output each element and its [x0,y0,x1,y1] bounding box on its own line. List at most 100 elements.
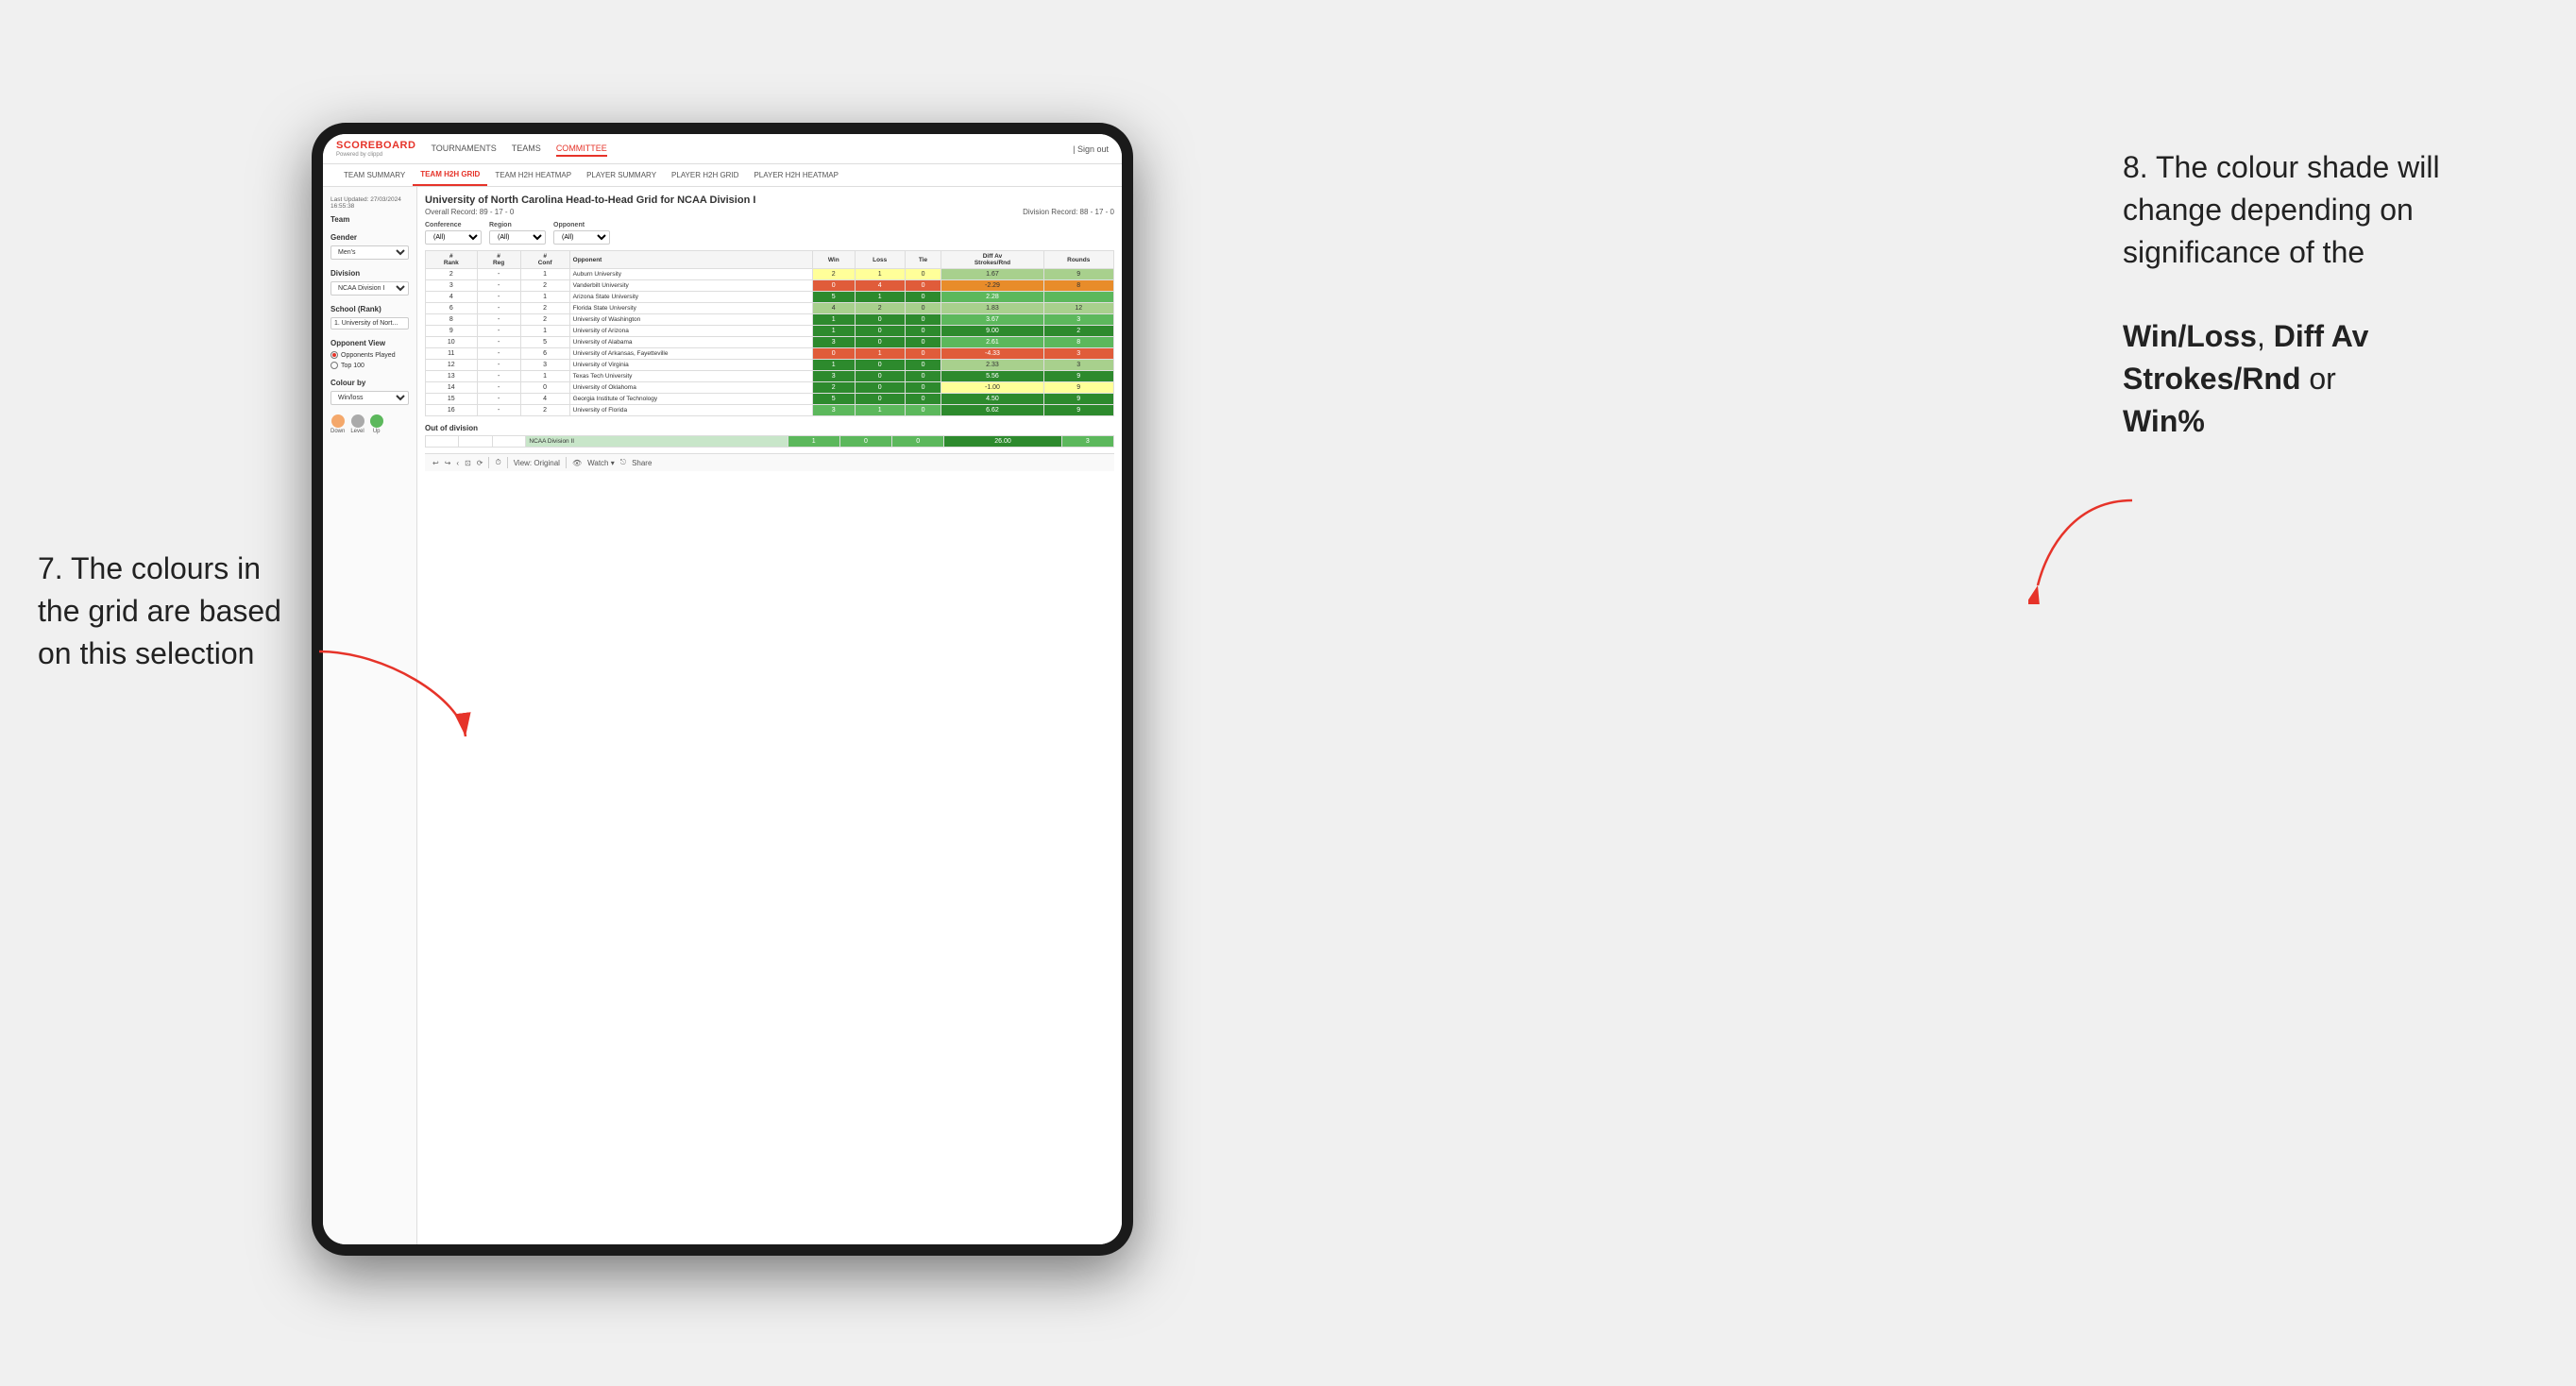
toolbar-back[interactable]: ‹ [456,459,459,467]
toolbar-eye: 👁 [572,459,582,467]
arrow-right-svg [2028,491,2142,604]
top-nav: SCOREBOARD Powered by clippd TOURNAMENTS… [323,134,1122,164]
cell-reg: - [477,360,520,371]
sub-nav-player-summary[interactable]: PLAYER SUMMARY [579,164,664,186]
cell-tie: 0 [905,360,941,371]
cell-tie: 0 [905,337,941,348]
radio-opponents-played[interactable]: Opponents Played [330,351,409,359]
table-row: 16 - 2 University of Florida 3 1 0 6.62 … [426,405,1114,416]
region-filter: Region (All) [489,222,546,245]
cell-rounds: 9 [1043,382,1114,394]
sub-nav-team-h2h-heatmap[interactable]: TEAM H2H HEATMAP [487,164,579,186]
cell-reg: - [477,280,520,292]
region-select[interactable]: (All) [489,230,546,245]
cell-opponent: University of Virginia [569,360,812,371]
sidebar-division-section: Division NCAA Division I [330,269,409,296]
toolbar-undo[interactable]: ↩ [432,459,439,467]
table-row: 15 - 4 Georgia Institute of Technology 5… [426,394,1114,405]
legend-up: Up [370,414,383,434]
cell-rounds: 9 [1043,405,1114,416]
cell-rank: 15 [426,394,478,405]
cell-rounds: 8 [1043,337,1114,348]
logo-sub: Powered by clippd [336,152,415,158]
cell-conf: 3 [520,360,569,371]
cell-conf: 6 [520,348,569,360]
legend-dot-down [331,414,345,428]
ipad-device: SCOREBOARD Powered by clippd TOURNAMENTS… [312,123,1133,1256]
sub-nav-team-summary[interactable]: TEAM SUMMARY [336,164,413,186]
school-input[interactable]: 1. University of Nort... [330,317,409,330]
cell-reg: - [477,348,520,360]
cell-win: 1 [812,314,855,326]
cell-diff: -4.33 [941,348,1043,360]
cell-rank: 2 [426,269,478,280]
cell-rank: 16 [426,405,478,416]
cell-win: 0 [812,348,855,360]
legend-label-level: Level [350,429,364,434]
sub-nav-player-h2h-heatmap[interactable]: PLAYER H2H HEATMAP [746,164,846,186]
sign-out-link[interactable]: | Sign out [1073,144,1109,154]
header-rounds: Rounds [1043,251,1114,269]
conference-select[interactable]: (All) [425,230,482,245]
header-tie: Tie [905,251,941,269]
toolbar-sep1 [488,457,489,468]
opponent-label: Opponent [553,222,610,228]
table-row: 13 - 1 Texas Tech University 3 0 0 5.56 … [426,371,1114,382]
tableau-toolbar: ↩ ↪ ‹ ⊡ ⟳ ⏱ View: Original 👁 Watch ▾ ⎋ S… [425,453,1114,471]
toolbar-redo[interactable]: ↪ [445,459,451,467]
table-row: 11 - 6 University of Arkansas, Fayettevi… [426,348,1114,360]
cell-rank: 10 [426,337,478,348]
cell-opponent: University of Arizona [569,326,812,337]
toolbar-refresh[interactable]: ⟳ [477,459,483,467]
gender-label: Gender [330,233,409,242]
report-subtitle: Overall Record: 89 - 17 - 0 Division Rec… [425,208,1114,216]
cell-rounds: 9 [1043,269,1114,280]
sidebar-school-section: School (Rank) 1. University of Nort... [330,305,409,330]
cell-reg: - [477,303,520,314]
legend-label-down: Down [330,429,345,434]
toolbar-clock[interactable]: ⏱ [495,458,500,467]
opponent-view-label: Opponent View [330,339,409,347]
header-opponent: Opponent [569,251,812,269]
cell-rank: 11 [426,348,478,360]
cell-win: 3 [812,337,855,348]
opponent-select[interactable]: (All) [553,230,610,245]
cell-opponent: Texas Tech University [569,371,812,382]
sub-nav-team-h2h-grid[interactable]: TEAM H2H GRID [413,164,487,186]
nav-teams[interactable]: TEAMS [512,142,541,157]
annotation-left: 7. The colours in the grid are based on … [38,548,302,674]
nav-committee[interactable]: COMMITTEE [556,142,607,157]
sidebar-colour-by-section: Colour by Win/loss [330,379,409,405]
filters-row: Conference (All) Region (All) Opponent [425,222,1114,245]
cell-diff: -1.00 [941,382,1043,394]
annotation-right: 8. The colour shade will change dependin… [2123,146,2519,443]
nav-tournaments[interactable]: TOURNAMENTS [431,142,496,157]
header-rank: #Rank [426,251,478,269]
annotation-winloss: Win/Loss [2123,319,2257,353]
region-label: Region [489,222,546,228]
toolbar-sep2 [507,457,508,468]
cell-diff: 6.62 [941,405,1043,416]
toolbar-view-label[interactable]: View: Original [514,459,560,467]
toolbar-watch[interactable]: Watch ▾ [587,459,615,467]
table-row: 8 - 2 University of Washington 1 0 0 3.6… [426,314,1114,326]
toolbar-share[interactable]: Share [632,459,652,467]
out-of-division-grid: NCAA Division II 1 0 0 26.00 3 [425,435,1114,448]
gender-dropdown[interactable]: Men's [330,245,409,260]
sidebar: Last Updated: 27/03/2024 16:55:38 Team G… [323,187,417,1244]
header-win: Win [812,251,855,269]
radio-top100[interactable]: Top 100 [330,362,409,369]
colour-by-dropdown[interactable]: Win/loss [330,391,409,405]
cell-conf: 4 [520,394,569,405]
cell-conf: 1 [520,269,569,280]
division-dropdown[interactable]: NCAA Division I [330,281,409,296]
sub-nav-player-h2h-grid[interactable]: PLAYER H2H GRID [664,164,746,186]
overall-record: Overall Record: 89 - 17 - 0 [425,208,514,216]
table-row: 10 - 5 University of Alabama 3 0 0 2.61 … [426,337,1114,348]
cell-reg: - [477,269,520,280]
cell-rank: 4 [426,292,478,303]
legend-label-up: Up [373,429,381,434]
cell-loss: 0 [855,337,905,348]
cell-diff: 1.67 [941,269,1043,280]
toolbar-reset[interactable]: ⊡ [465,459,471,467]
